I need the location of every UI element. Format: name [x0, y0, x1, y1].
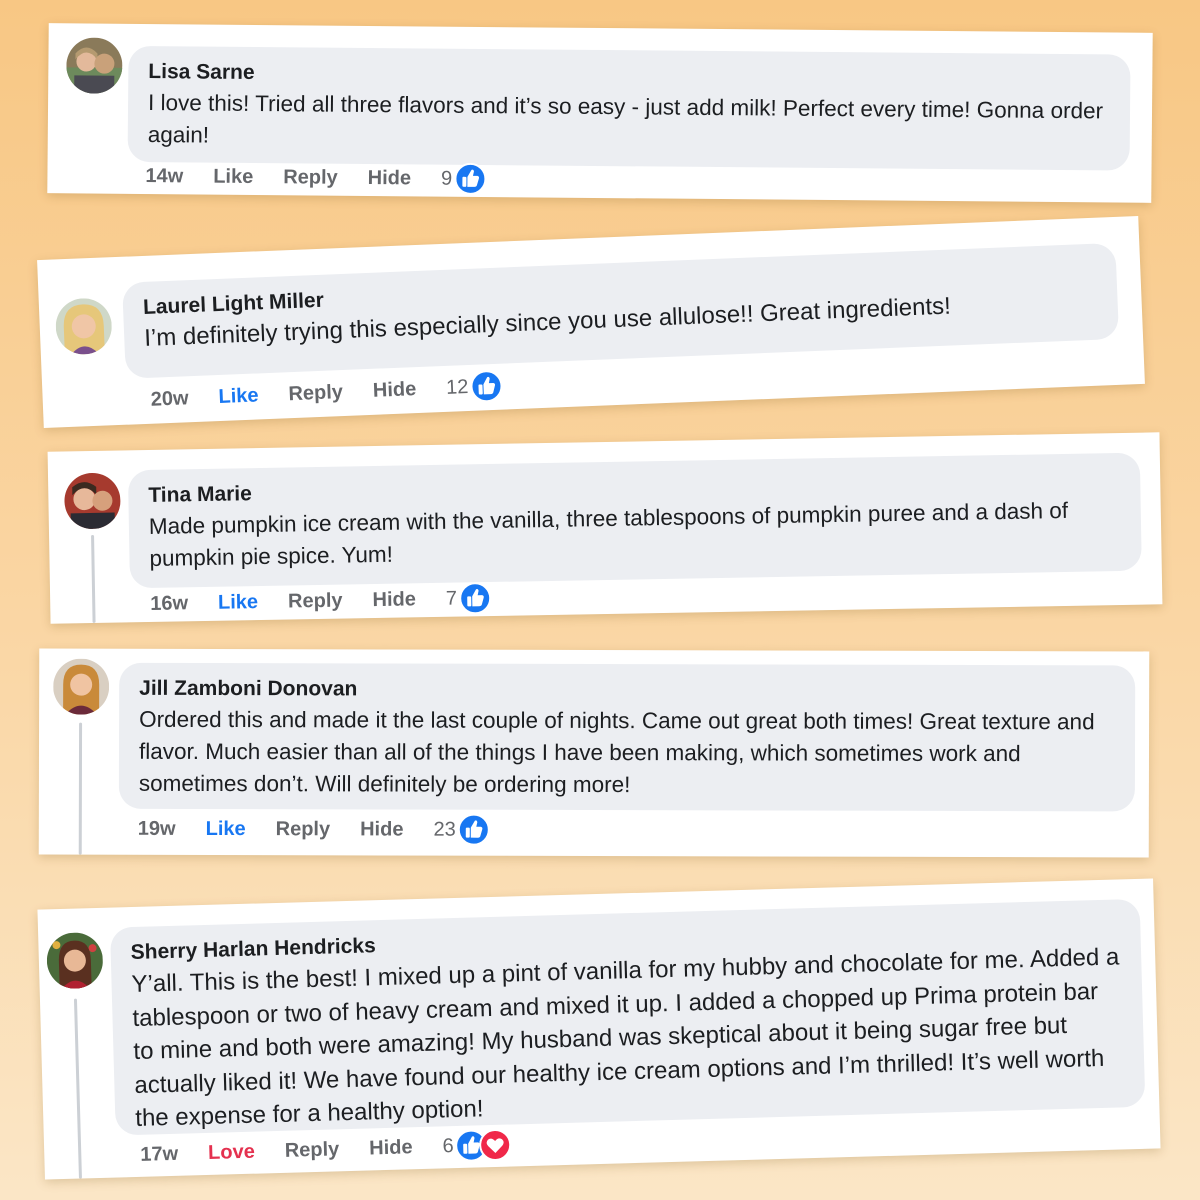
- thread-line: [91, 534, 96, 623]
- reply-button[interactable]: Reply: [288, 381, 343, 406]
- thumbs-up-icon: [454, 162, 487, 195]
- avatar[interactable]: [54, 297, 113, 356]
- hide-button[interactable]: Hide: [360, 818, 403, 841]
- comment-timestamp[interactable]: 20w: [150, 387, 189, 411]
- comment-bubble: Laurel Light Miller I’m definitely tryin…: [122, 242, 1120, 379]
- thumbs-up-icon: [457, 813, 490, 846]
- comment-timestamp[interactable]: 17w: [140, 1142, 178, 1166]
- thumbs-up-icon: [470, 370, 503, 403]
- avatar[interactable]: [66, 37, 123, 94]
- thread-line: [78, 722, 83, 855]
- comment-actions: 20w Like Reply Hide 12: [150, 370, 503, 416]
- comment-bubble: Sherry Harlan Hendricks Y’all. This is t…: [109, 898, 1146, 1136]
- comment-text: Y’all. This is the best! I mixed up a pi…: [131, 943, 1120, 1132]
- comment-card: Tina Marie Made pumpkin ice cream with t…: [47, 432, 1163, 624]
- hide-button[interactable]: Hide: [372, 588, 416, 612]
- reply-button[interactable]: Reply: [276, 818, 331, 841]
- comment-bubble: Tina Marie Made pumpkin ice cream with t…: [127, 452, 1142, 589]
- comment-card: Laurel Light Miller I’m definitely tryin…: [37, 215, 1145, 429]
- reaction-count[interactable]: 23: [433, 818, 455, 841]
- comment-card: Sherry Harlan Hendricks Y’all. This is t…: [37, 878, 1161, 1180]
- reply-button[interactable]: Reply: [283, 166, 338, 189]
- comment-text: Ordered this and made it the last couple…: [138, 706, 1095, 798]
- avatar[interactable]: [53, 658, 110, 715]
- comment-timestamp[interactable]: 14w: [145, 165, 183, 188]
- like-button[interactable]: Like: [213, 165, 253, 188]
- love-button[interactable]: Love: [208, 1140, 255, 1164]
- comment-bubble: Jill Zamboni Donovan Ordered this and ma…: [118, 662, 1136, 812]
- reaction-count[interactable]: 9: [441, 167, 452, 190]
- comment-actions: 17w Love Reply Hide 6: [140, 1128, 512, 1170]
- thumbs-up-icon: [458, 582, 492, 615]
- avatar[interactable]: [46, 931, 104, 990]
- comment-actions: 14w Like Reply Hide 9: [145, 160, 487, 195]
- reply-button[interactable]: Reply: [288, 589, 343, 613]
- avatar[interactable]: [63, 472, 121, 530]
- reply-button[interactable]: Reply: [284, 1138, 339, 1163]
- comment-actions: 19w Like Reply Hide 23: [138, 813, 490, 846]
- comment-author[interactable]: Jill Zamboni Donovan: [139, 675, 1115, 706]
- thread-line: [73, 998, 82, 1179]
- like-button[interactable]: Like: [206, 817, 246, 840]
- hide-button[interactable]: Hide: [368, 166, 412, 189]
- like-button[interactable]: Like: [218, 591, 258, 615]
- comment-card: Jill Zamboni Donovan Ordered this and ma…: [38, 648, 1150, 858]
- like-button[interactable]: Like: [218, 384, 259, 409]
- comment-timestamp[interactable]: 16w: [150, 592, 188, 616]
- comment-bubble: Lisa Sarne I love this! Tried all three …: [127, 45, 1131, 171]
- hide-button[interactable]: Hide: [372, 378, 416, 403]
- comment-timestamp[interactable]: 19w: [138, 817, 176, 840]
- reaction-count[interactable]: 7: [446, 587, 458, 610]
- comment-text: I love this! Tried all three flavors and…: [147, 90, 1104, 148]
- reaction-count[interactable]: 12: [446, 375, 469, 399]
- comment-card: Lisa Sarne I love this! Tried all three …: [47, 23, 1153, 203]
- heart-icon: [479, 1128, 512, 1161]
- reaction-count[interactable]: 6: [442, 1135, 454, 1158]
- hide-button[interactable]: Hide: [369, 1136, 413, 1160]
- comment-actions: 16w Like Reply Hide 7: [150, 582, 491, 620]
